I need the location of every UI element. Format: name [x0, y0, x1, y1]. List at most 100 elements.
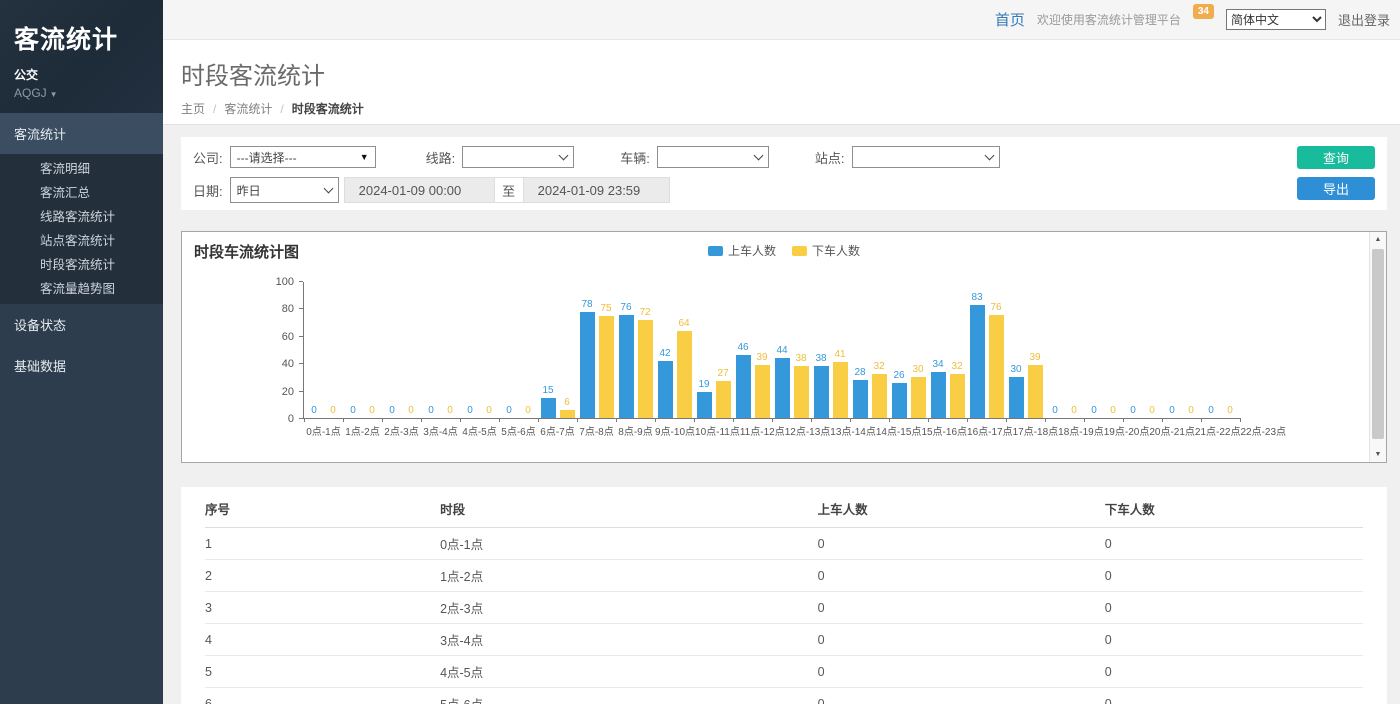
col-header-alighting: 下车人数: [1105, 487, 1363, 528]
table-header-row: 序号 时段 上车人数 下车人数: [205, 487, 1363, 528]
bar-value-label: 44: [776, 345, 787, 356]
cell-boarding: 0: [818, 560, 1105, 592]
bar-group: 00: [382, 282, 421, 418]
bar-group: 15 6: [538, 282, 577, 418]
bar-group: 34 32: [928, 282, 967, 418]
legend-item-alighting[interactable]: 下车人数: [792, 242, 860, 259]
x-axis-label: 2点-3点: [384, 423, 418, 438]
cell-index: 2: [205, 560, 440, 592]
company-select[interactable]: ---请选择--- ▼: [230, 146, 376, 168]
bar-value-label: 32: [951, 361, 962, 372]
breadcrumb-home[interactable]: 主页: [181, 100, 205, 117]
bar-value-label: 76: [990, 302, 1001, 313]
sidebar-item-passenger-summary[interactable]: 客流汇总: [0, 181, 163, 205]
sidebar-item-base-data[interactable]: 基础数据: [0, 345, 163, 386]
sidebar-item-station-stats[interactable]: 站点客流统计: [0, 229, 163, 253]
chart-x-labels: 0点-1点1点-2点2点-3点3点-4点4点-5点5点-6点6点-7点7点-8点…: [304, 423, 1241, 438]
bar-value-label: 0: [408, 405, 414, 416]
cell-boarding: 0: [818, 624, 1105, 656]
sidebar-item-period-stats[interactable]: 时段客流统计: [0, 253, 163, 277]
col-header-index: 序号: [205, 487, 440, 528]
bar-alighting: 76: [989, 315, 1004, 418]
cell-alighting: 0: [1105, 592, 1363, 624]
x-axis-label: 9点-10点: [655, 423, 695, 438]
date-to-input[interactable]: 2024-01-09 23:59: [523, 177, 670, 203]
legend-item-boarding[interactable]: 上车人数: [708, 242, 776, 259]
export-button[interactable]: 导出: [1297, 177, 1375, 200]
cell-index: 4: [205, 624, 440, 656]
scrollbar-up-arrow-icon[interactable]: ▲: [1370, 232, 1386, 247]
bar-group: 00: [304, 282, 343, 418]
query-button[interactable]: 查询: [1297, 146, 1375, 169]
line-select[interactable]: [462, 146, 574, 168]
bar-alighting: 27: [716, 381, 731, 418]
bar-value-label: 83: [971, 292, 982, 303]
bar-value-label: 38: [815, 353, 826, 364]
bar-value-label: 27: [717, 368, 728, 379]
chart-scrollbar[interactable]: ▲ ▼: [1369, 232, 1386, 462]
cell-alighting: 0: [1105, 528, 1363, 560]
cell-boarding: 0: [818, 656, 1105, 688]
chevron-down-icon: [323, 183, 333, 193]
table-row: 21点-2点00: [205, 560, 1363, 592]
bar-value-label: 0: [389, 405, 395, 416]
bar-value-label: 0: [1188, 405, 1194, 416]
bar-value-label: 0: [1110, 405, 1116, 416]
bar-value-label: 30: [912, 364, 923, 375]
date-from-input[interactable]: 2024-01-09 00:00: [344, 177, 495, 203]
sidebar-item-label: 客流明细: [40, 162, 90, 176]
scrollbar-thumb[interactable]: [1372, 249, 1384, 439]
bar-value-label: 34: [932, 359, 943, 370]
cell-period: 5点-6点: [440, 688, 818, 704]
bar-group: 00: [1045, 282, 1084, 418]
table-row: 10点-1点00: [205, 528, 1363, 560]
breadcrumb-passenger-stats[interactable]: 客流统计: [224, 100, 272, 117]
sidebar-item-device-status[interactable]: 设备状态: [0, 304, 163, 345]
bar-alighting: 39: [755, 365, 770, 418]
bar-group: 00: [460, 282, 499, 418]
language-select[interactable]: 简体中文: [1226, 9, 1326, 30]
cell-index: 1: [205, 528, 440, 560]
sidebar-item-passenger-stats[interactable]: 客流统计: [0, 113, 163, 154]
station-select[interactable]: [852, 146, 1000, 168]
logout-link[interactable]: 退出登录: [1338, 10, 1390, 29]
home-link[interactable]: 首页: [995, 9, 1025, 30]
welcome-text: 欢迎使用客流统计管理平台: [1037, 11, 1181, 28]
date-preset-value: 昨日: [237, 182, 261, 199]
cell-index: 5: [205, 656, 440, 688]
company-select-value: ---请选择---: [237, 149, 297, 166]
bar-group: 00: [421, 282, 460, 418]
sidebar-item-trend-chart[interactable]: 客流量趋势图: [0, 277, 163, 301]
bar-alighting: 38: [794, 366, 809, 418]
bar-value-label: 0: [311, 405, 317, 416]
chart-plot: 0点-1点1点-2点2点-3点3点-4点4点-5点5点-6点6点-7点7点-8点…: [303, 282, 1240, 419]
cell-period: 2点-3点: [440, 592, 818, 624]
date-to-label: 至: [495, 177, 523, 203]
org-code-dropdown[interactable]: AQGJ▼: [14, 86, 149, 100]
x-axis-label: 1点-2点: [345, 423, 379, 438]
y-axis-label: 80: [282, 303, 294, 315]
bar-alighting: 30: [911, 377, 926, 418]
x-axis-ticks: [304, 418, 1241, 422]
cell-alighting: 0: [1105, 624, 1363, 656]
legend-swatch-blue: [708, 246, 723, 256]
bar-boarding: 19: [697, 392, 712, 418]
sidebar-item-label: 设备状态: [14, 318, 66, 333]
vehicle-select[interactable]: [657, 146, 769, 168]
page-title: 时段客流统计: [181, 56, 1400, 91]
bar-value-label: 6: [564, 397, 570, 408]
scrollbar-down-arrow-icon[interactable]: ▼: [1370, 447, 1386, 462]
content-area: 公司: ---请选择--- ▼ 线路: 车辆: 站点:: [163, 125, 1400, 704]
bar-value-label: 15: [542, 385, 553, 396]
sidebar-item-line-stats[interactable]: 线路客流统计: [0, 205, 163, 229]
bar-value-label: 0: [1052, 405, 1058, 416]
y-axis-label: 20: [282, 386, 294, 398]
sidebar-item-passenger-detail[interactable]: 客流明细: [0, 157, 163, 181]
date-preset-select[interactable]: 昨日: [230, 177, 339, 203]
bar-boarding: 15: [541, 398, 556, 418]
x-axis-label: 7点-8点: [579, 423, 613, 438]
bar-value-label: 0: [428, 405, 434, 416]
x-axis-label: 20点-21点: [1149, 423, 1195, 438]
cell-alighting: 0: [1105, 656, 1363, 688]
sidebar-item-label: 线路客流统计: [40, 210, 115, 224]
